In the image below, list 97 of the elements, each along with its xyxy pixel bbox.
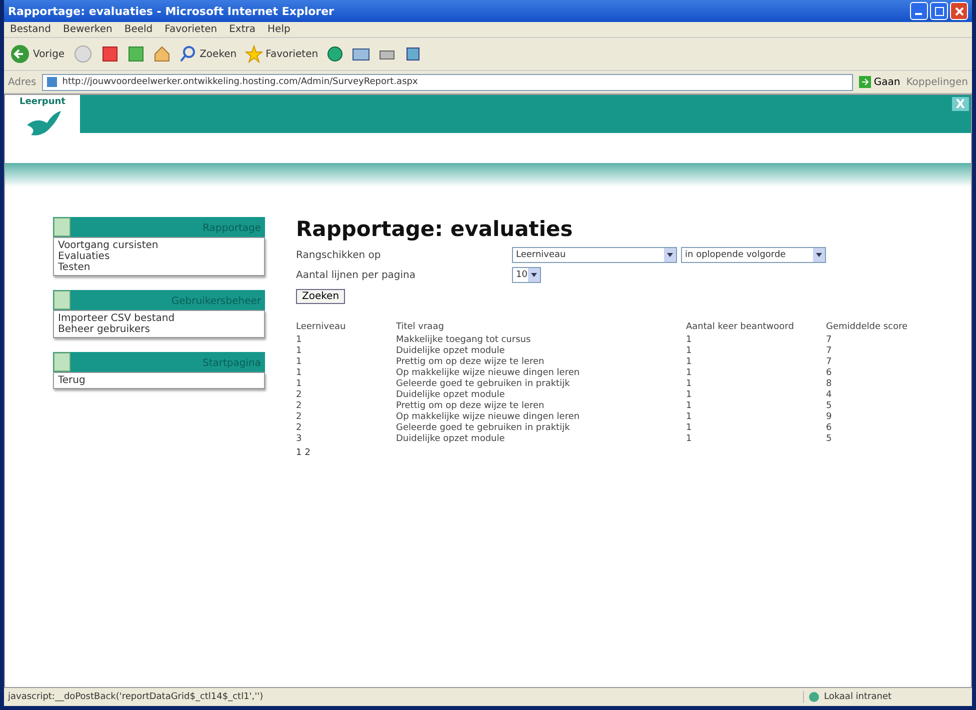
page-heading: Rapportage: evaluaties xyxy=(296,217,574,241)
table-cell-text: Op makkelijke wijze nieuwe dingen leren xyxy=(396,412,581,423)
stop-icon[interactable] xyxy=(100,45,119,63)
page-icon xyxy=(46,76,58,88)
table-cell-text: 2 xyxy=(296,423,303,434)
table-cell: Duidelijke opzet module xyxy=(396,346,686,357)
maximize-button[interactable] xyxy=(930,2,948,20)
table-cell: 1 xyxy=(686,390,826,401)
table-cell-text: 6 xyxy=(826,368,833,379)
column-header: Aantal keer beantwoord xyxy=(686,322,795,334)
menu-item[interactable]: Beeld xyxy=(124,24,153,35)
table-cell-text: 1 xyxy=(686,412,693,423)
page-link[interactable]: 1 xyxy=(296,448,302,458)
menu-item[interactable]: Help xyxy=(268,24,290,35)
address-label: Adres xyxy=(8,76,36,88)
edit-icon[interactable] xyxy=(404,45,422,63)
table-cell-text: 7 xyxy=(826,346,833,357)
sidebar-link[interactable]: Testen xyxy=(58,262,260,273)
address-field[interactable]: http://jouwvoordeelwerker.ontwikkeling.hosting.com/Admin/SurveyReport.aspx xyxy=(42,74,853,90)
table-cell-text: 1 xyxy=(686,357,693,368)
book-icon xyxy=(53,290,71,310)
sidebar-title: Startpagina xyxy=(202,358,262,371)
table-cell-text: Geleerde goed te gebruiken in praktijk xyxy=(396,423,571,434)
close-button[interactable] xyxy=(950,2,968,20)
sidebar-link[interactable]: Importeer CSV bestand xyxy=(58,313,260,324)
maximize-icon xyxy=(934,6,944,16)
table-cell-text: 7 xyxy=(826,357,833,368)
site-logo-text: Leerpunt xyxy=(20,97,66,107)
table-cell-text: 2 xyxy=(296,412,303,423)
menu-item[interactable]: Bestand xyxy=(10,24,51,35)
table-cell-text: 1 xyxy=(296,346,303,357)
table-cell-text: Duidelijke opzet module xyxy=(396,434,506,445)
table-cell-text: 1 xyxy=(296,379,303,390)
table-cell-text: 1 xyxy=(296,357,303,368)
sort-label: Rangschikken op xyxy=(296,250,382,260)
table-cell-text: 9 xyxy=(826,412,833,423)
search-button[interactable]: Zoeken xyxy=(178,45,237,63)
go-button[interactable]: Gaan xyxy=(858,76,900,88)
search-button[interactable]: Zoeken xyxy=(296,289,346,304)
table-cell-text: Geleerde goed te gebruiken in praktijk xyxy=(396,379,571,390)
sidebar-link[interactable]: Voortgang cursisten xyxy=(58,240,260,251)
sort-dropdown[interactable]: Leerniveau xyxy=(512,247,677,263)
star-icon xyxy=(244,45,263,63)
table-cell-text: 1 xyxy=(686,423,693,434)
search-icon xyxy=(178,45,197,63)
table-cell-text: 1 xyxy=(686,368,693,379)
table-cell: Prettig om op deze wijze te leren xyxy=(396,401,686,412)
close-icon xyxy=(954,6,964,16)
table-cell-text: Makkelijke toegang tot cursus xyxy=(396,335,532,346)
table-cell-text: 5 xyxy=(826,401,833,412)
table-cell-text: Op makkelijke wijze nieuwe dingen leren xyxy=(396,368,581,379)
table-cell-text: 1 xyxy=(296,368,303,379)
column-header: Gemiddelde score xyxy=(826,322,909,334)
favorites-button[interactable]: Favorieten xyxy=(244,45,318,63)
table-cell-text: 1 xyxy=(686,379,693,390)
table-cell-text: 3 xyxy=(296,434,303,445)
home-icon[interactable] xyxy=(152,45,171,63)
sidebar-title: Gebruikersbeheer xyxy=(170,296,262,309)
menu-item[interactable]: Extra xyxy=(229,24,256,35)
lines-label: Aantal lijnen per pagina xyxy=(296,270,417,280)
page-link[interactable]: 2 xyxy=(304,448,310,458)
table-cell: Prettig om op deze wijze te leren xyxy=(396,357,686,368)
refresh-icon[interactable] xyxy=(126,45,145,63)
menu-item[interactable]: Favorieten xyxy=(164,24,218,35)
back-button[interactable]: Vorige xyxy=(10,44,65,64)
column-header: Leerniveau xyxy=(296,322,396,335)
table-cell-text: 1 xyxy=(686,401,693,412)
sidebar-title: Rapportage xyxy=(202,223,262,236)
globe-icon xyxy=(808,691,820,703)
menu-item[interactable]: Bewerken xyxy=(62,24,112,35)
table-cell-text: 1 xyxy=(296,335,303,346)
window-title: Rapportage: evaluaties - Microsoft Internet Explorer xyxy=(8,4,334,18)
table-cell-text: 4 xyxy=(826,390,833,401)
zone-indicator: Lokaal intranet xyxy=(803,691,968,703)
table-cell-text: 1 xyxy=(686,335,693,346)
history-icon[interactable] xyxy=(326,45,344,63)
book-icon xyxy=(53,217,71,237)
table-cell-text: 2 xyxy=(296,401,303,412)
sidebar-link[interactable]: Beheer gebruikers xyxy=(58,324,260,335)
status-text: javascript:__doPostBack('reportDataGrid$_ctl14$_ctl1','') xyxy=(8,692,264,702)
table-cell: Duidelijke opzet module xyxy=(396,390,686,401)
minimize-button[interactable] xyxy=(910,2,928,20)
sidebar-link[interactable]: Terug xyxy=(58,375,260,386)
table-cell-text: 1 xyxy=(686,346,693,357)
table-cell-text: 7 xyxy=(826,335,833,346)
arrow-icon xyxy=(858,76,871,88)
table-cell-text: 5 xyxy=(826,434,833,445)
book-icon xyxy=(53,352,71,372)
table-cell-text: 2 xyxy=(296,390,303,401)
sidebar-link[interactable]: Evaluaties xyxy=(58,251,260,262)
table-cell-text: 8 xyxy=(826,379,833,390)
lines-dropdown[interactable]: 10 xyxy=(512,267,541,283)
links-label[interactable]: Koppelingen xyxy=(906,76,968,88)
table-cell-text: 1 xyxy=(686,434,693,445)
order-dropdown[interactable]: in oplopende volgorde xyxy=(681,247,826,263)
table-cell-text: 6 xyxy=(826,423,833,434)
column-header: Titel vraag xyxy=(396,322,686,335)
